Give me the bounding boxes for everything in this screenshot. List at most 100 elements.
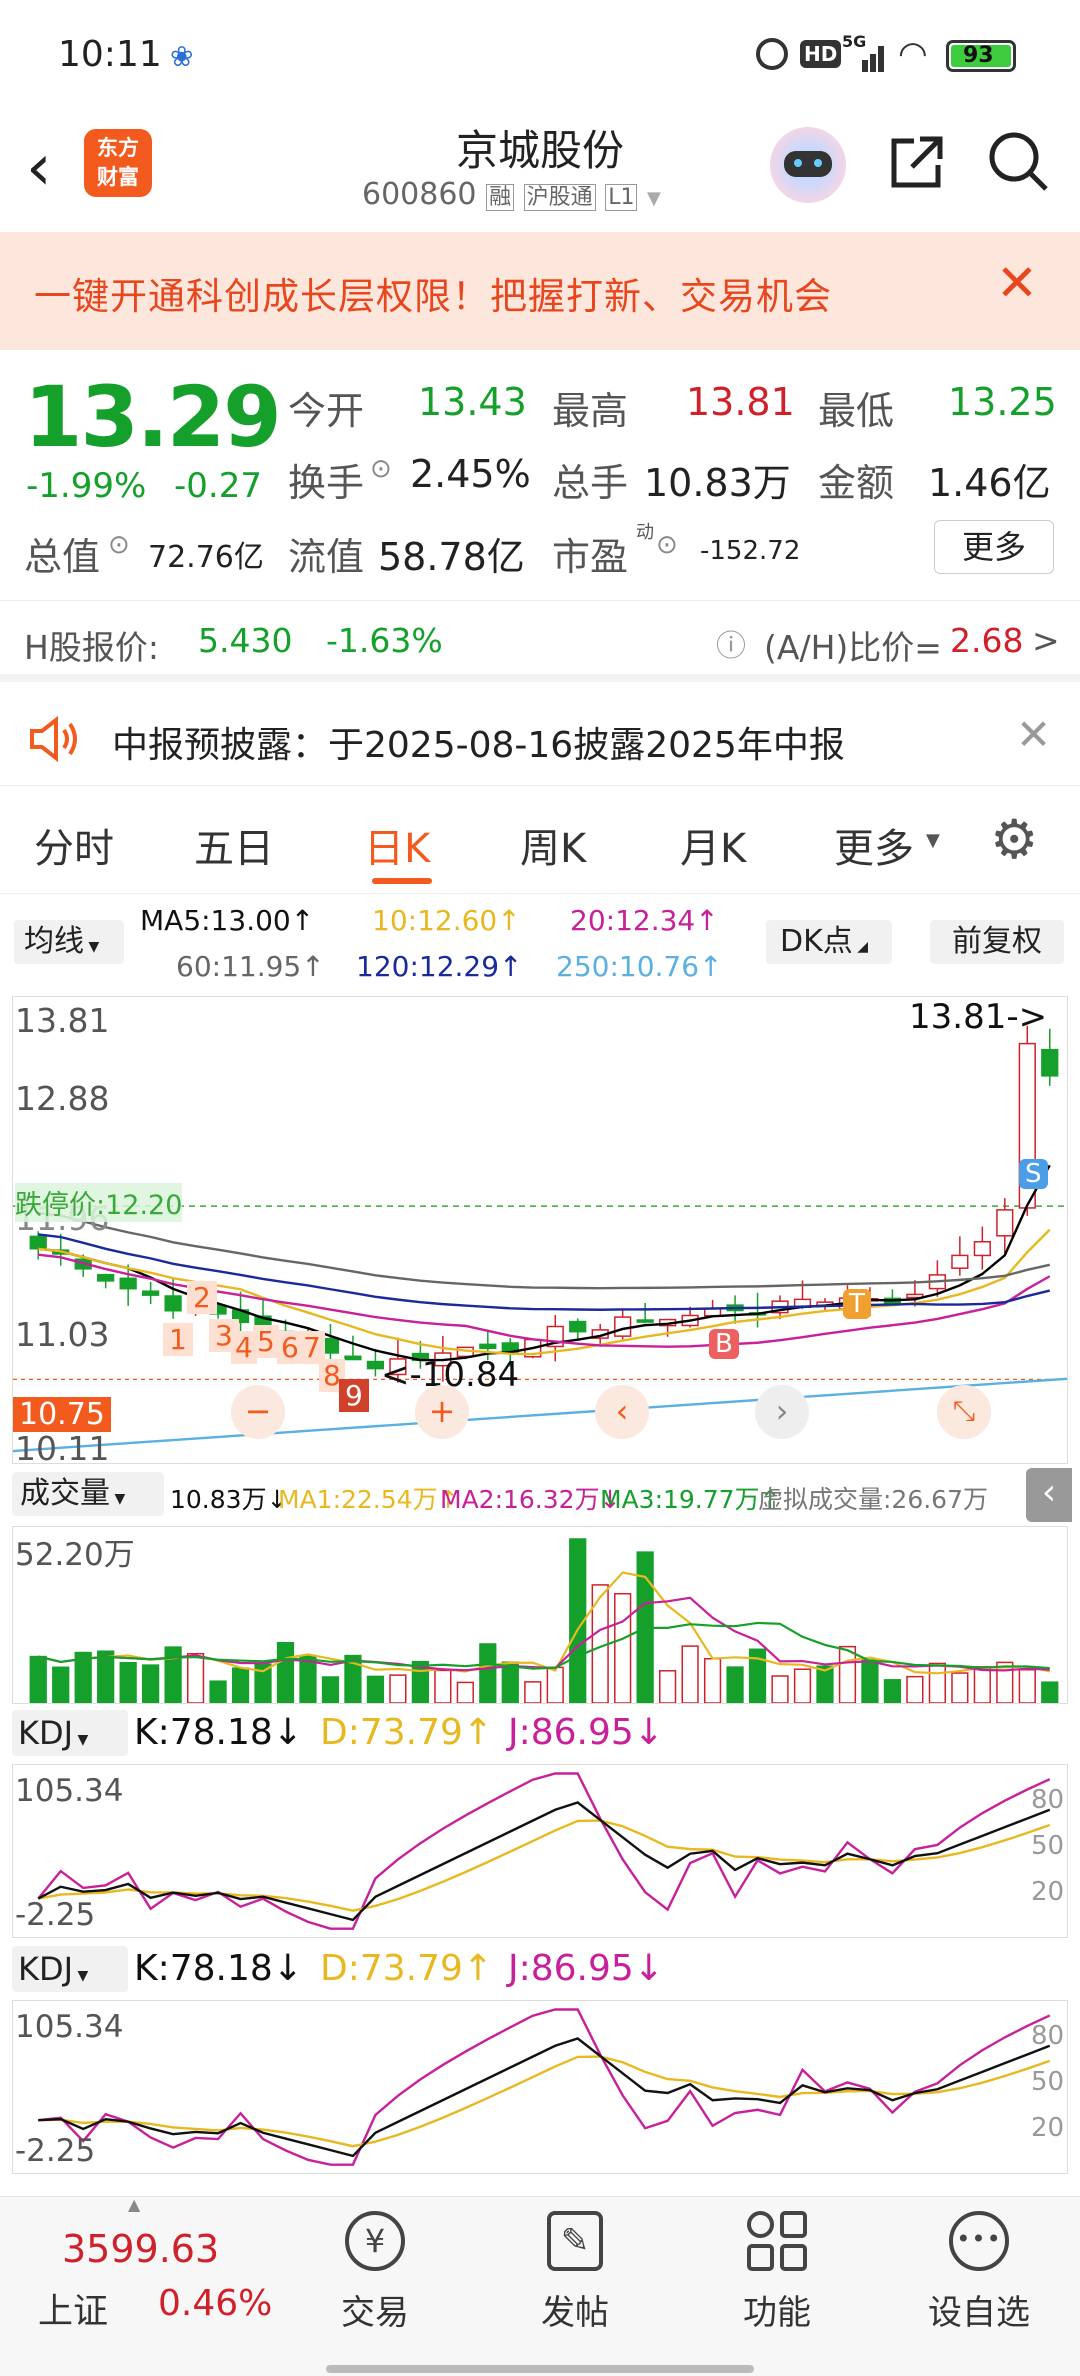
volume-bar: [1041, 1681, 1059, 1703]
hd-icon: HD: [800, 40, 842, 68]
volume-bar: [142, 1664, 160, 1703]
info-icon[interactable]: ⊙: [656, 530, 678, 560]
tab-more[interactable]: 更多: [834, 816, 914, 874]
promo-text: 一键开通科创成长层权限！把握打新、交易机会: [34, 275, 832, 318]
seq-1: 1: [163, 1323, 193, 1356]
ma60-value: 60:11.95↑: [176, 950, 325, 983]
volume-bar: [366, 1675, 385, 1703]
tab-weekly-k[interactable]: 周K: [520, 816, 586, 874]
tab-timeshare[interactable]: 分时: [34, 816, 114, 874]
scroll-right-button[interactable]: ›: [755, 1385, 809, 1439]
volume-bar: [816, 1665, 834, 1703]
volume-bar: [659, 1670, 677, 1703]
fullscreen-icon[interactable]: ⤡: [937, 1385, 991, 1439]
zoom-out-button[interactable]: −: [231, 1385, 285, 1439]
search-icon[interactable]: [986, 129, 1052, 195]
volume-chart[interactable]: 52.20万: [12, 1526, 1068, 1704]
candle-body: [119, 1277, 137, 1290]
candle-body: [29, 1235, 47, 1250]
candle-body: [614, 1316, 632, 1337]
close-icon[interactable]: ✕: [1016, 710, 1051, 759]
amount-value: 1.46亿: [928, 461, 1051, 505]
robot-icon[interactable]: [770, 127, 846, 203]
tab-five-day[interactable]: 五日: [194, 816, 274, 874]
adjust-button[interactable]: 前复权: [930, 920, 1064, 964]
kdj-ref-20: 20: [1031, 2113, 1065, 2143]
dk-button[interactable]: DK点 ◢: [766, 920, 892, 964]
index-name: 上证: [38, 2292, 109, 2332]
alarm-icon: [756, 38, 788, 70]
kdj-j: J:86.95↓: [508, 1712, 664, 1753]
candle-body: [951, 1254, 969, 1269]
y-label-mid: 12.88: [15, 1079, 110, 1118]
settings-icon[interactable]: ⚙: [990, 808, 1038, 871]
kdj-ref-50: 50: [1031, 1831, 1065, 1861]
tab-active-underline: [372, 878, 432, 884]
chevron-up-icon: ▲: [128, 2195, 141, 2214]
ma120-value: 120:12.29↑: [356, 950, 523, 983]
volume-selector[interactable]: 成交量 ▼: [12, 1472, 164, 1516]
kdj-chart-2[interactable]: 105.34 -2.25 80 50 20: [12, 2000, 1068, 2174]
notice-bar[interactable]: 中报预披露：于2025-08-16披露2025年中报 ✕: [0, 690, 1080, 786]
promo-banner[interactable]: 一键开通科创成长层权限！把握打新、交易机会 ✕: [0, 232, 1080, 350]
y-label-low: 11.03: [15, 1315, 110, 1354]
candle-body: [973, 1241, 991, 1257]
ma10-value: 10:12.60↑: [372, 904, 521, 937]
kdj-selector[interactable]: KDJ ▼: [12, 1946, 128, 1992]
candle-body: [996, 1209, 1014, 1237]
volume-bar: [119, 1661, 137, 1703]
kdj-svg: [37, 1772, 1051, 1930]
candle-body: [164, 1295, 182, 1312]
kdj-k: K:78.18↓: [134, 1948, 303, 1989]
volume-bar: [29, 1655, 47, 1703]
zoom-in-button[interactable]: +: [415, 1385, 469, 1439]
kdj-d: D:73.79↑: [320, 1948, 494, 1989]
nav-functions[interactable]: 功能: [722, 2211, 832, 2341]
info-icon[interactable]: ⊙: [370, 454, 392, 484]
ma250-line: [13, 1377, 1067, 1453]
info-icon[interactable]: ⊙: [108, 530, 130, 560]
low-value: 13.25: [948, 380, 1057, 424]
notice-text: 中报预披露：于2025-08-16披露2025年中报: [112, 725, 845, 766]
volume-bar: [524, 1681, 542, 1703]
volume-bar: [906, 1675, 924, 1703]
bottom-nav: ▲ 3599.63 上证 0.46% ¥ 交易 ✎ 发帖 功能 ••• 设自选: [0, 2195, 1080, 2376]
ah-ratio: 2.68: [950, 621, 1024, 660]
vol-ma2: MA2:16.32万↓: [440, 1485, 621, 1514]
stock-subtitle[interactable]: 600860 融 沪股通 L1 ▼: [362, 177, 722, 212]
scroll-left-button[interactable]: ‹: [595, 1385, 649, 1439]
collapse-button[interactable]: ‹: [1026, 1468, 1072, 1522]
yen-icon: ¥: [345, 2211, 405, 2271]
ma-selector[interactable]: 均线 ▼: [14, 920, 124, 964]
stock-code: 600860: [362, 177, 477, 212]
candle-body: [142, 1290, 160, 1296]
kdj-selector[interactable]: KDJ ▼: [12, 1710, 128, 1756]
tab-daily-k[interactable]: 日K: [364, 816, 430, 874]
change-pct: -1.99%: [26, 466, 147, 506]
seq-9: 9: [339, 1379, 369, 1412]
nav-post[interactable]: ✎ 发帖: [520, 2211, 630, 2341]
signal-t: T: [843, 1289, 871, 1319]
kdj-ref-20: 20: [1031, 1877, 1065, 1907]
app-logo[interactable]: 东方 财富: [84, 129, 152, 197]
kdj-j-line: [38, 2008, 1051, 2166]
h-price: 5.430: [198, 621, 293, 660]
close-icon[interactable]: ✕: [996, 254, 1038, 312]
volume-bar: [681, 1645, 699, 1703]
kline-chart[interactable]: 13.81 12.88 11.96 11.03 10.11 跌停价:12.20 …: [12, 996, 1068, 1468]
dropdown-icon: ▼: [926, 830, 940, 851]
kdj-j: J:86.95↓: [508, 1948, 664, 1989]
more-button[interactable]: 更多: [934, 520, 1054, 574]
volume-bar: [479, 1643, 497, 1703]
kdj-chart-1[interactable]: 105.34 -2.25 80 50 20: [12, 1764, 1068, 1938]
help-icon[interactable]: ⓘ: [716, 621, 746, 665]
nav-trade[interactable]: ¥ 交易: [320, 2211, 430, 2341]
back-icon[interactable]: ‹: [26, 131, 52, 205]
share-icon[interactable]: [884, 131, 948, 195]
open-value: 13.43: [418, 380, 527, 424]
nav-watchlist[interactable]: ••• 设自选: [914, 2211, 1044, 2341]
tab-monthly-k[interactable]: 月K: [680, 816, 746, 874]
index-ticker[interactable]: ▲ 3599.63 上证 0.46%: [0, 2195, 290, 2347]
header: ‹ 东方 财富 京城股份 600860 融 沪股通 L1 ▼: [0, 115, 1080, 230]
volume-bar: [164, 1646, 182, 1703]
